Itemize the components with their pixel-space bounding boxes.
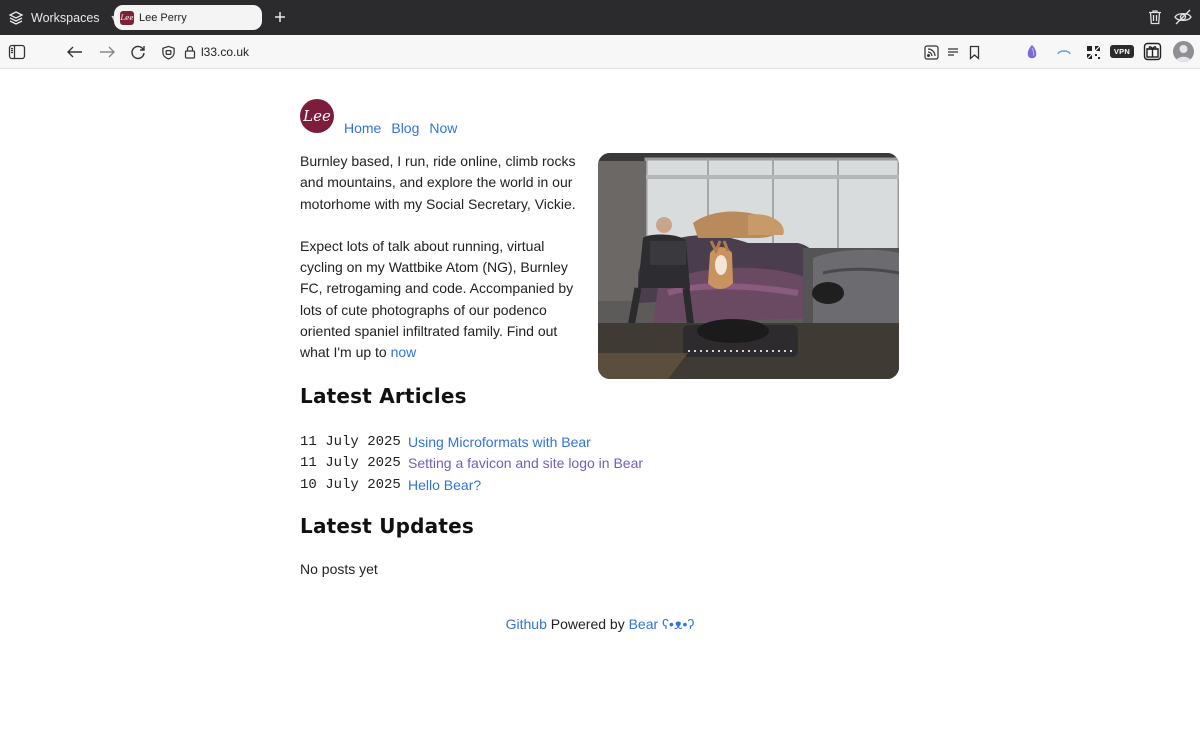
- tab-lee-perry[interactable]: Lee Lee Perry: [114, 5, 262, 30]
- article-link[interactable]: Using Microformats with Bear: [408, 434, 591, 450]
- address-bar-url[interactable]: l33.co.uk: [201, 45, 249, 59]
- vpn-button[interactable]: VPN: [1110, 45, 1134, 58]
- web-page: Lee Home Blog Now Burnley based, I run, …: [0, 70, 1200, 750]
- intro-paragraph-2-text: Expect lots of talk about running, virtu…: [300, 237, 574, 361]
- lock-icon: [184, 45, 196, 59]
- article-date: 11 July 2025: [300, 455, 401, 472]
- bear-link[interactable]: Bear ʕ•ᴥ•ʔ: [629, 616, 695, 632]
- intro-text: Burnley based, I run, ride online, climb…: [300, 151, 585, 364]
- list-item: 10 July 2025 Hello Bear?: [300, 474, 643, 496]
- cloud-icon[interactable]: [1056, 44, 1072, 60]
- browser-toolbar: l33.co.uk VPN: [0, 35, 1200, 69]
- bookmark-icon[interactable]: [968, 45, 981, 60]
- eye-off-icon[interactable]: [1173, 8, 1193, 26]
- powered-by-text: Powered by: [550, 616, 625, 632]
- shield-icon[interactable]: [161, 45, 176, 60]
- sidebar-toggle-icon[interactable]: [8, 43, 26, 61]
- sofa-dogs-photo: [598, 153, 899, 379]
- site-logo[interactable]: Lee: [300, 99, 334, 133]
- now-link[interactable]: now: [391, 344, 417, 360]
- plus-icon[interactable]: [272, 9, 288, 25]
- tab-favicon: Lee: [120, 10, 134, 25]
- latest-updates-heading: Latest Updates: [300, 514, 474, 538]
- article-date: 11 July 2025: [300, 433, 401, 450]
- rss-icon[interactable]: [924, 45, 939, 60]
- back-arrow-icon[interactable]: [66, 43, 84, 61]
- articles-list: 11 July 2025 Using Microformats with Bea…: [300, 431, 643, 496]
- list-item: 11 July 2025 Using Microformats with Bea…: [300, 431, 643, 453]
- workspaces-button[interactable]: Workspaces ▼: [8, 7, 118, 29]
- site-nav: Home Blog Now: [344, 120, 457, 136]
- browser-tab-bar: Workspaces ▼ Lee Lee Perry: [0, 0, 1200, 35]
- intro-paragraph-1: Burnley based, I run, ride online, climb…: [300, 153, 576, 212]
- nav-now-link[interactable]: Now: [429, 120, 457, 136]
- tab-title: Lee Perry: [139, 11, 187, 24]
- extension-icon[interactable]: [1024, 44, 1040, 60]
- profile-avatar[interactable]: [1173, 41, 1194, 62]
- trash-icon[interactable]: [1146, 8, 1164, 26]
- reload-icon[interactable]: [129, 43, 147, 61]
- gift-icon[interactable]: [1143, 42, 1162, 61]
- site-footer: Github Powered by Bear ʕ•ᴥ•ʔ: [0, 616, 1200, 632]
- github-link[interactable]: Github: [506, 616, 547, 632]
- latest-articles-heading: Latest Articles: [300, 384, 467, 408]
- article-link[interactable]: Hello Bear?: [408, 477, 481, 493]
- workspaces-label: Workspaces: [31, 11, 100, 25]
- nav-home-link[interactable]: Home: [344, 120, 381, 136]
- nav-blog-link[interactable]: Blog: [391, 120, 419, 136]
- layers-icon: [8, 11, 24, 25]
- no-posts-text: No posts yet: [300, 561, 378, 577]
- article-link[interactable]: Setting a favicon and site logo in Bear: [408, 455, 643, 471]
- reader-mode-icon[interactable]: [947, 46, 959, 58]
- intro-paragraph-2: Expect lots of talk about running, virtu…: [300, 236, 585, 364]
- user-icon: [1175, 45, 1192, 62]
- list-item: 11 July 2025 Setting a favicon and site …: [300, 453, 643, 475]
- article-date: 10 July 2025: [300, 476, 401, 493]
- qr-icon[interactable]: [1086, 45, 1101, 60]
- forward-arrow-icon[interactable]: [98, 43, 116, 61]
